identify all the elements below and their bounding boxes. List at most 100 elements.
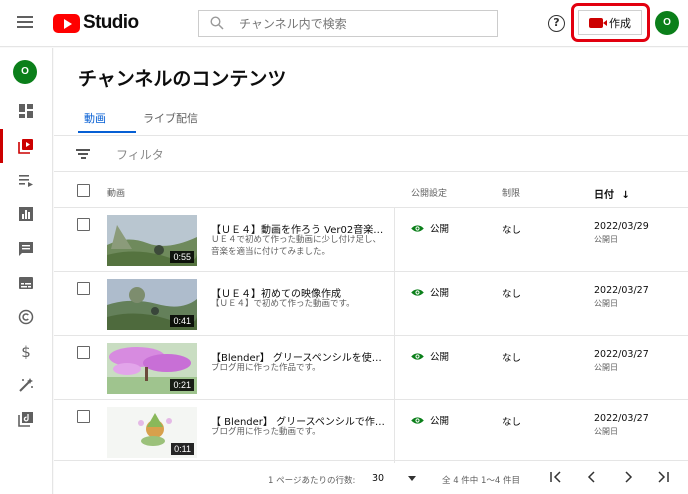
table-row[interactable]: 0:55 【ＵＥ４】動画を作ろう Ver02音楽付… ＵＥ４で初めて作った動画に… [54, 208, 688, 271]
sidebar-item-content[interactable] [0, 129, 53, 163]
row-checkbox[interactable] [77, 282, 90, 295]
date-status: 公開日 [594, 363, 618, 372]
restriction-cell: なし [502, 417, 522, 428]
sort-arrow-icon: ↓ [621, 190, 630, 201]
sidebar-item-subtitles[interactable] [0, 266, 53, 300]
sidebar-item-dashboard[interactable] [0, 94, 53, 128]
column-divider [394, 272, 395, 335]
eye-icon [411, 352, 424, 360]
copyright-icon [18, 309, 34, 325]
next-page-icon[interactable] [620, 469, 636, 485]
create-video-icon [589, 17, 607, 28]
search-icon [210, 16, 224, 30]
sidebar-item-comments[interactable] [0, 232, 53, 266]
first-page-icon[interactable] [548, 469, 564, 485]
restriction-cell: なし [502, 353, 522, 364]
divider [54, 135, 688, 136]
restriction-cell: なし [502, 289, 522, 300]
row-checkbox[interactable] [77, 346, 90, 359]
column-header-video: 動画 [107, 189, 126, 199]
visibility-cell[interactable]: 公開 [411, 349, 449, 363]
audio-library-icon [18, 412, 33, 427]
content-icon [18, 139, 33, 154]
menu-icon[interactable] [17, 16, 33, 28]
last-page-icon[interactable] [655, 469, 671, 485]
video-duration: 0:41 [170, 315, 194, 327]
filter-icon[interactable] [76, 149, 90, 159]
create-button-label: 作成 [609, 16, 631, 30]
table-row[interactable]: 0:21 【Blender】 グリースペンシルを使っ… ブログ用に作った作品です… [54, 336, 688, 399]
comments-icon [19, 242, 33, 256]
sidebar-item-audio-library[interactable] [0, 402, 53, 436]
previous-page-icon[interactable] [584, 469, 600, 485]
column-divider [394, 208, 395, 271]
svg-text:$: $ [21, 343, 31, 359]
select-all-checkbox[interactable] [77, 184, 90, 197]
visibility-cell[interactable]: 公開 [411, 221, 449, 235]
table-row[interactable]: 0:11 【 Blender】 グリースペンシルで作っ… ブログ用に作った動画で… [54, 400, 688, 463]
filter-input[interactable]: フィルタ [116, 146, 164, 163]
pagination-range: 全 4 件中 1～4 件目 [442, 476, 521, 486]
video-thumbnail[interactable]: 0:21 [107, 343, 197, 394]
date-status: 公開日 [594, 299, 618, 308]
video-description: ＵＥ４で初めて作った動画に少し付け足し、音楽を適当に付けてみました。 [211, 235, 382, 257]
video-description: ブログ用に作った作品です。 [211, 363, 321, 373]
sidebar-item-copyright[interactable] [0, 300, 53, 334]
sidebar-item-customization[interactable] [0, 368, 53, 402]
date-cell: 2022/03/29 [594, 221, 649, 232]
video-duration: 0:11 [171, 443, 194, 455]
column-header-restrictions[interactable]: 制限 [502, 186, 520, 199]
video-thumbnail[interactable]: 0:11 [107, 407, 197, 458]
table-row[interactable]: 0:41 【ＵＥ４】初めての映像作成 【ＵＥ４】で初めて作った動画です。 公開 … [54, 272, 688, 335]
subtitles-icon [19, 277, 33, 289]
account-avatar[interactable]: O [655, 11, 679, 35]
tab-videos[interactable]: 動画 [84, 110, 106, 132]
main-content: チャンネルのコンテンツ 動画 ライブ配信 フィルタ 動画 公開設定 制限 日付 … [54, 48, 688, 494]
video-thumbnail[interactable]: 0:55 [107, 215, 197, 266]
column-divider [394, 336, 395, 399]
date-status: 公開日 [594, 235, 618, 244]
help-icon[interactable]: ? [548, 15, 565, 32]
video-duration: 0:55 [170, 251, 194, 263]
visibility-cell[interactable]: 公開 [411, 413, 449, 427]
dropdown-arrow-icon[interactable] [408, 476, 416, 481]
search-box[interactable] [198, 10, 498, 37]
row-checkbox[interactable] [77, 410, 90, 423]
dollar-icon: $ [21, 343, 31, 359]
tab-live[interactable]: ライブ配信 [143, 110, 198, 132]
channel-avatar[interactable]: O [13, 60, 37, 84]
column-header-date[interactable]: 日付 ↓ [594, 186, 630, 201]
date-cell: 2022/03/27 [594, 349, 649, 360]
visibility-cell[interactable]: 公開 [411, 285, 449, 299]
date-status: 公開日 [594, 427, 618, 436]
visibility-label: 公開 [430, 352, 450, 363]
visibility-label: 公開 [430, 416, 450, 427]
visibility-label: 公開 [430, 288, 450, 299]
row-checkbox[interactable] [77, 218, 90, 231]
sidebar-item-playlists[interactable] [0, 163, 53, 197]
sidebar-item-monetization[interactable]: $ [0, 334, 53, 368]
logo-text: Studio [83, 12, 139, 33]
top-bar: Studio ? 作成 O [0, 0, 688, 47]
video-thumbnail[interactable]: 0:41 [107, 279, 197, 330]
visibility-label: 公開 [430, 224, 450, 235]
video-description: ブログ用に作った動画です。 [211, 427, 321, 437]
restriction-cell: なし [502, 225, 522, 236]
sidebar-item-analytics[interactable] [0, 197, 53, 231]
sidebar: O $ [0, 48, 53, 494]
create-button[interactable]: 作成 [578, 10, 642, 35]
column-header-visibility[interactable]: 公開設定 [411, 186, 447, 199]
analytics-icon [19, 207, 33, 221]
youtube-play-logo-icon [53, 13, 80, 33]
divider [54, 460, 688, 461]
studio-logo[interactable]: Studio [53, 12, 139, 34]
dashboard-icon [19, 104, 33, 118]
active-tab-indicator [78, 131, 136, 133]
column-divider [394, 400, 395, 463]
date-cell: 2022/03/27 [594, 285, 649, 296]
date-cell: 2022/03/27 [594, 413, 649, 424]
rows-per-page-select[interactable]: 30 [372, 473, 384, 484]
search-input[interactable] [239, 14, 489, 33]
column-header-date-label: 日付 [594, 190, 614, 201]
eye-icon [411, 224, 424, 232]
